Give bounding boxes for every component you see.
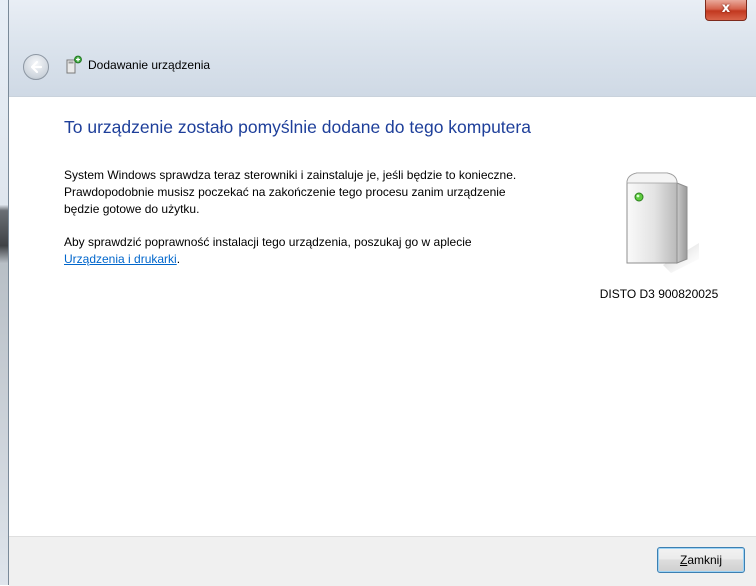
window-title: Dodawanie urządzenia <box>88 58 211 72</box>
window-close-button[interactable]: x <box>705 0 747 21</box>
back-arrow-icon <box>30 60 43 74</box>
add-device-dialog: x Dodawanie urządzenia To urządzenie zos… <box>8 0 756 586</box>
close-icon: x <box>721 1 731 16</box>
close-button-label: amknij <box>687 553 723 567</box>
add-device-icon <box>66 55 82 74</box>
title-bar: x Dodawanie urządzenia <box>9 0 756 97</box>
device-name: DISTO D3 900820025 <box>599 287 719 301</box>
close-button-mnemonic: Z <box>679 553 688 567</box>
devices-and-printers-link[interactable]: Urządzenia i drukarki <box>64 252 177 266</box>
generic-device-icon <box>626 172 699 273</box>
driver-info-text: System Windows sprawdza teraz sterowniki… <box>64 168 517 216</box>
desktop-background <box>0 0 8 585</box>
back-button[interactable] <box>23 54 49 80</box>
page-title: To urządzenie zostało pomyślnie dodane d… <box>64 117 531 137</box>
verify-install-text: Aby sprawdzić poprawność instalacji tego… <box>64 234 534 268</box>
dialog-content: To urządzenie zostało pomyślnie dodane d… <box>9 97 756 536</box>
dialog-footer: Zamknij <box>9 536 756 586</box>
close-button[interactable]: Zamknij <box>657 547 745 573</box>
verify-text-suffix: . <box>176 252 181 266</box>
verify-text-prefix: Aby sprawdzić poprawność instalacji tego… <box>64 235 472 249</box>
